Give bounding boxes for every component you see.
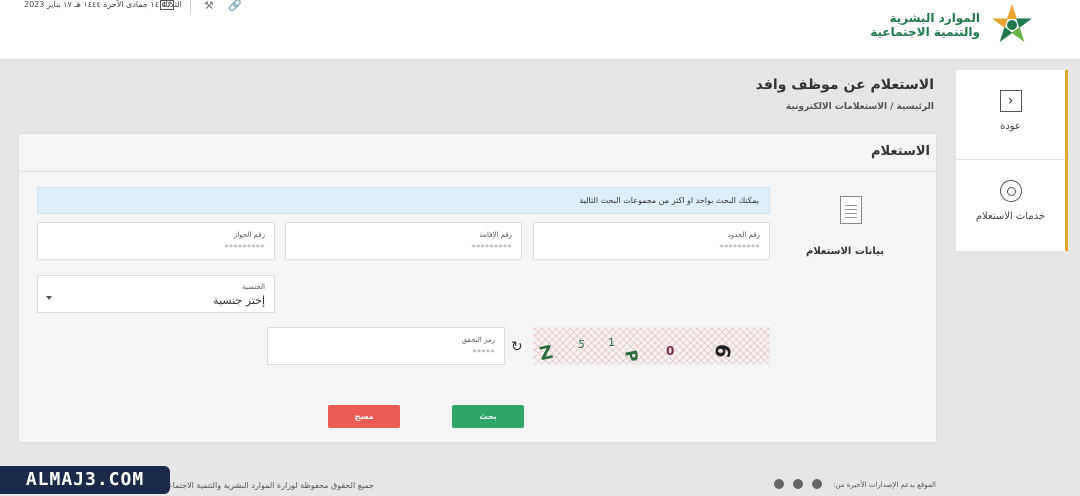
logo-star-icon <box>992 4 1032 42</box>
iqama-number-value[interactable]: ********* <box>472 243 513 252</box>
inquiry-panel: الاستعلام بيانات الاستعلام يمكنك البحث ب… <box>18 133 937 443</box>
calendar-icon: 17 <box>160 0 174 10</box>
footer-browsers-text: الموقع يدعم الإصدارات الأخيرة من: <box>833 481 936 489</box>
chrome-browser-icon[interactable] <box>812 479 822 489</box>
logo-line2: والتنمية الاجتماعية <box>870 25 980 39</box>
ministry-logo[interactable]: الموارد البشرية والتنمية الاجتماعية <box>870 2 1040 48</box>
border-number-field[interactable]: رقم الحدود ********* <box>533 222 770 260</box>
back-button[interactable]: › عودة <box>956 90 1065 160</box>
captcha-char-4: P <box>621 349 642 364</box>
footer-copyright: جميع الحقوق محفوظة لوزارة الموارد البشري… <box>161 481 374 490</box>
info-alert: يمكنك البحث بواحد او اكثر من مجموعات الب… <box>37 187 770 214</box>
clear-button[interactable]: مسح <box>328 405 400 428</box>
top-header: الموارد البشرية والتنمية الاجتماعية الثل… <box>0 0 1080 60</box>
nationality-value: إختر جنسية <box>213 294 265 307</box>
firefox-browser-icon[interactable] <box>793 479 803 489</box>
captcha-code-label: رمز التحقق <box>461 336 495 344</box>
current-date: الثلاثاء ١٤ جمادى الآخرة ١٤٤٤ هـ ١٧ يناي… <box>24 0 182 9</box>
captcha-char-5: 0 <box>666 344 674 358</box>
inquiry-services-label: خدمات الاستعلام <box>975 211 1046 222</box>
caret-down-icon <box>46 296 52 300</box>
captcha-char-1: Z <box>538 342 555 365</box>
refresh-captcha-icon[interactable]: ↻ <box>511 339 523 355</box>
page-title: الاستعلام عن موظف وافد <box>755 77 934 93</box>
passport-number-field[interactable]: رقم الجواز ********* <box>37 222 275 260</box>
passport-number-value[interactable]: ********* <box>225 243 266 252</box>
broadcast-icon <box>999 180 1022 202</box>
browser-icons <box>774 479 822 489</box>
side-nav: › عودة خدمات الاستعلام <box>956 70 1068 251</box>
tools-icon[interactable]: ⚒ <box>204 0 218 12</box>
captcha-char-6: 9 <box>710 342 736 360</box>
nationality-select[interactable]: الجنسية إختر جنسية <box>37 275 275 313</box>
chevron-right-icon: › <box>999 90 1022 112</box>
captcha-char-2: 5 <box>577 338 586 352</box>
border-number-value[interactable]: ********* <box>720 243 761 252</box>
captcha-code-value[interactable]: ***** <box>473 348 496 357</box>
iqama-number-field[interactable]: رقم الإقامة ********* <box>285 222 522 260</box>
document-icon <box>840 196 862 224</box>
captcha-code-field[interactable]: رمز التحقق ***** <box>267 327 505 365</box>
panel-header: الاستعلام <box>19 134 936 172</box>
logo-text: الموارد البشرية والتنمية الاجتماعية <box>870 11 980 39</box>
passport-number-label: رقم الجواز <box>233 231 265 239</box>
link-icon[interactable]: 🔗 <box>228 0 242 12</box>
inquiry-services-button[interactable]: خدمات الاستعلام <box>956 180 1065 240</box>
nationality-label: الجنسية <box>242 283 265 291</box>
info-text: يمكنك البحث بواحد او اكثر من مجموعات الب… <box>579 196 759 205</box>
panel-title: الاستعلام <box>871 144 930 159</box>
search-button[interactable]: بحث <box>452 405 524 428</box>
site-watermark: ALMAJ3.COM <box>0 466 170 494</box>
iqama-number-label: رقم الإقامة <box>479 231 512 239</box>
captcha-glyphs: Z 5 1 P 0 9 <box>538 336 737 365</box>
logo-line1: الموارد البشرية <box>889 11 980 25</box>
captcha-image: Z 5 1 P 0 9 <box>533 327 770 365</box>
border-number-label: رقم الحدود <box>727 231 760 239</box>
header-divider <box>190 0 191 14</box>
section-label: بيانات الاستعلام <box>806 246 884 257</box>
ie-browser-icon[interactable] <box>774 479 784 489</box>
breadcrumb[interactable]: الرئيسية / الاستعلامات الالكترونية <box>786 102 934 112</box>
back-label: عودة <box>1000 121 1021 132</box>
captcha-char-3: 1 <box>608 336 615 349</box>
